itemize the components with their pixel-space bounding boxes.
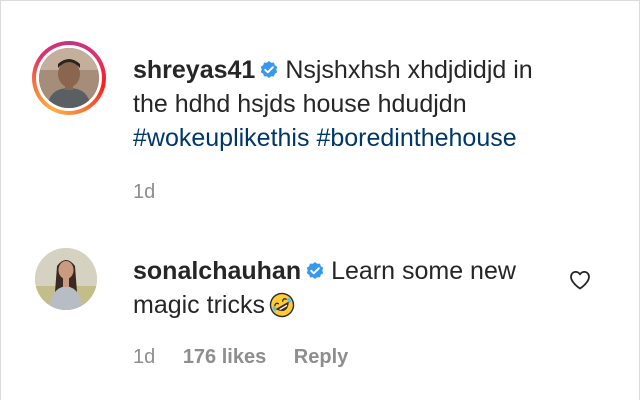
- caption-username[interactable]: shreyas41: [133, 56, 255, 84]
- caption-meta: 1d: [133, 181, 177, 204]
- comment-likes-count[interactable]: 176 likes: [183, 346, 266, 368]
- rolling-on-floor-laughing-icon: [269, 292, 295, 318]
- verified-badge-icon: [261, 61, 278, 78]
- comment-timestamp[interactable]: 1d: [133, 346, 155, 368]
- comment-meta: 1d 176 likes Reply: [133, 346, 370, 369]
- avatar-border: [36, 45, 102, 111]
- reply-button[interactable]: Reply: [294, 346, 348, 368]
- hashtag-link[interactable]: #wokeuplikethis: [133, 124, 310, 152]
- profile-photo: [39, 48, 99, 108]
- avatar[interactable]: [39, 48, 99, 108]
- caption-timestamp[interactable]: 1d: [133, 181, 155, 203]
- avatar[interactable]: [35, 248, 97, 310]
- caption-text-block: shreyas41 Nsjshxhsh xhdjdidjd in the hdh…: [133, 53, 561, 155]
- heart-outline-icon[interactable]: [568, 268, 592, 292]
- comments-panel: shreyas41 Nsjshxhsh xhdjdidjd in the hdh…: [0, 0, 640, 400]
- story-ring[interactable]: [32, 41, 106, 115]
- verified-badge-icon: [306, 262, 324, 279]
- comment-text-block: sonalchauhan Learn some new magic tricks: [133, 254, 561, 322]
- comment-username[interactable]: sonalchauhan: [133, 257, 301, 285]
- hashtag-link[interactable]: #boredinthehouse: [316, 124, 516, 152]
- profile-photo: [35, 248, 97, 310]
